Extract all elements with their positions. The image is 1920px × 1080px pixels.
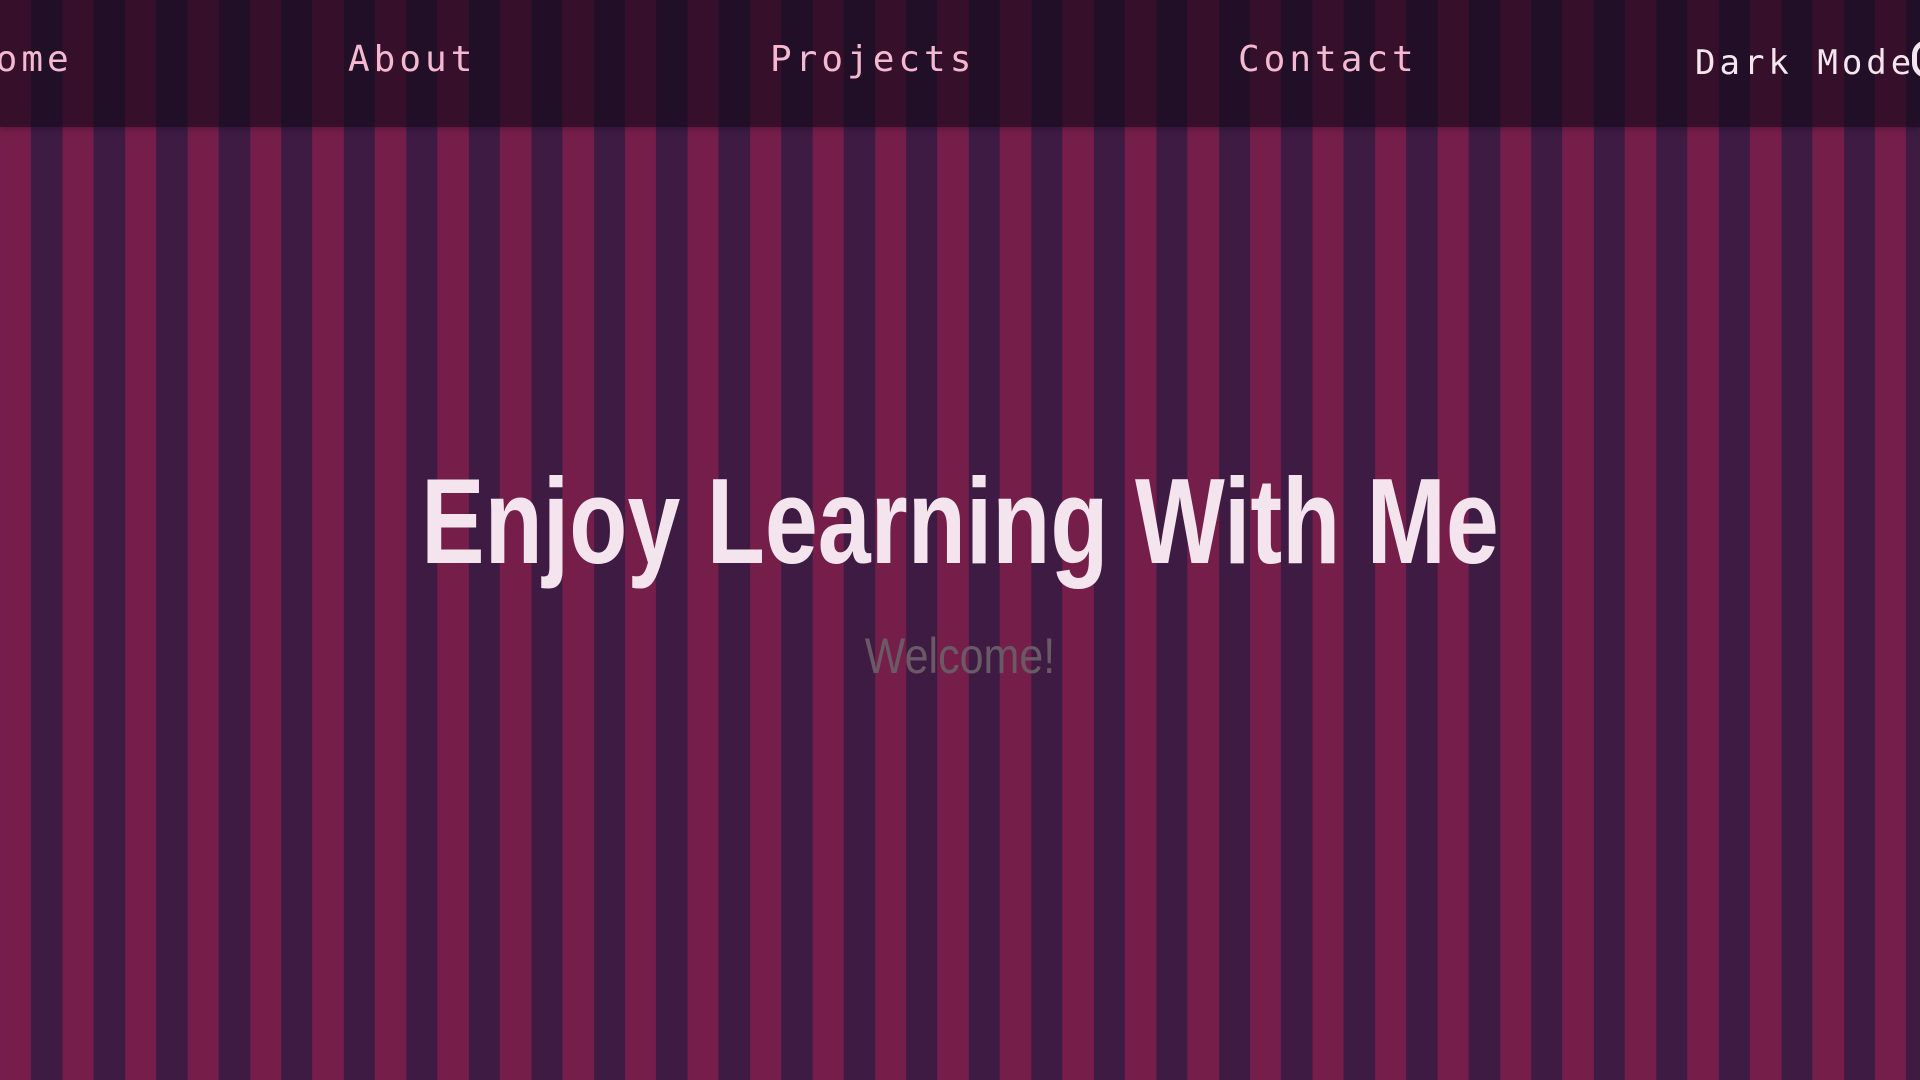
dark-mode-label[interactable]: Dark Mode: [1695, 41, 1915, 85]
hero-title: Enjoy Learning With Me: [421, 453, 1499, 589]
top-navbar: Home About Projects Contact Dark Mode: [0, 0, 1920, 127]
nav-link-projects[interactable]: Projects: [770, 38, 975, 82]
nav-link-home[interactable]: Home: [0, 38, 73, 82]
nav-link-contact[interactable]: Contact: [1238, 38, 1418, 82]
hero-subtitle: Welcome!: [864, 628, 1056, 684]
hero-section: [0, 127, 1920, 1080]
nav-link-about[interactable]: About: [348, 38, 476, 82]
